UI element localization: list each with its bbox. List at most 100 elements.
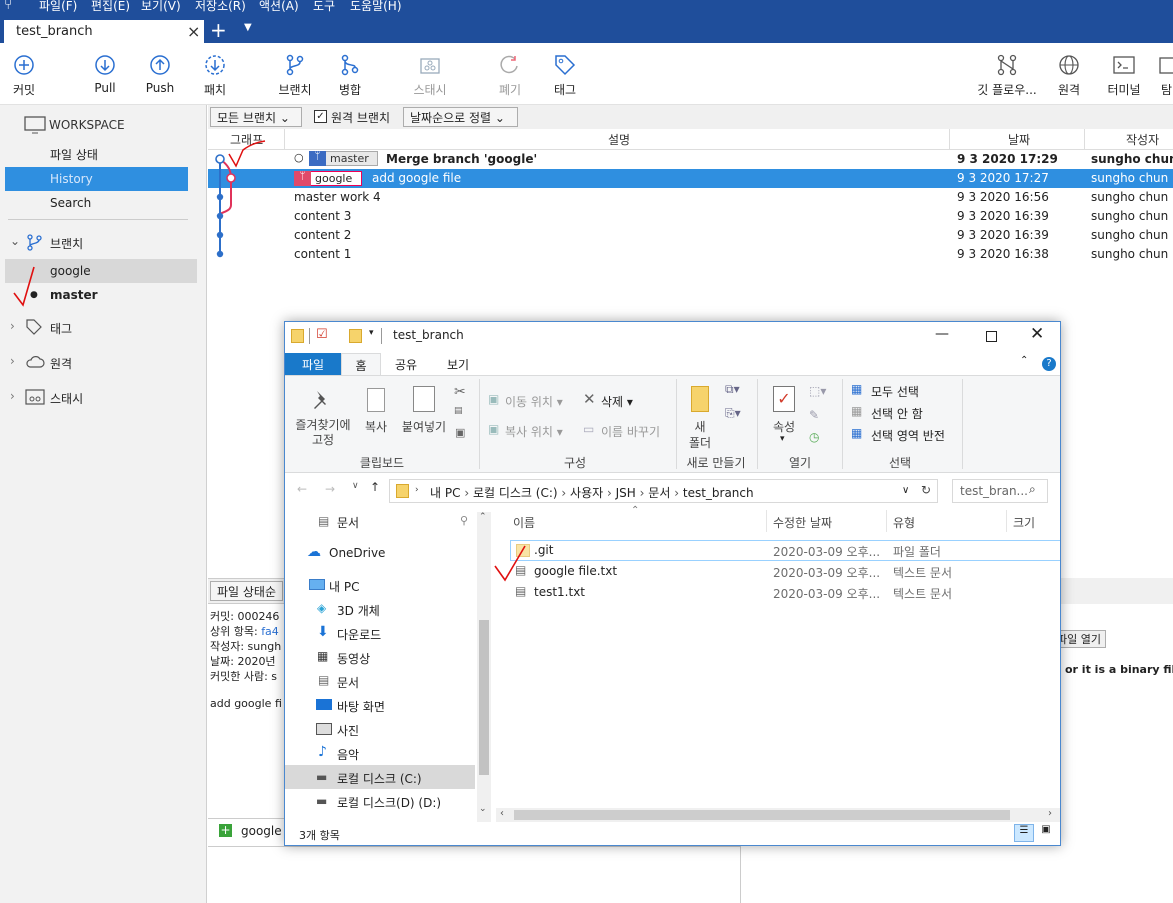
refresh-icon[interactable]: ↻ <box>921 483 931 497</box>
col-date[interactable]: 날짜 <box>1008 131 1030 148</box>
nav-item-documents[interactable]: 문서 <box>337 514 359 531</box>
back-icon[interactable]: ← <box>297 482 307 496</box>
nav-item-local-disk-d[interactable]: 로컬 디스크(D) (D:) <box>337 794 441 811</box>
paste-button[interactable]: 붙여넣기 <box>397 418 451 435</box>
chevron-down-icon[interactable]: ▾ <box>780 434 785 444</box>
menu-edit[interactable]: 편집(E) <box>91 0 130 14</box>
h-scrollbar[interactable]: ‹ › <box>496 808 1060 822</box>
open-icon[interactable]: ⬚▾ <box>809 384 826 398</box>
remotes-header[interactable]: 원격 <box>50 355 72 372</box>
chevron-right-icon[interactable]: › <box>10 354 15 368</box>
copy-to-button[interactable]: 복사 위치 ▾ <box>505 423 563 440</box>
chevron-down-icon[interactable]: ▼ <box>244 22 252 33</box>
pin-to-quick-access-button[interactable]: 즐겨찾기에 고정 <box>289 418 357 448</box>
maximize-icon[interactable] <box>986 331 997 342</box>
breadcrumb[interactable]: 내 PC › 로컬 디스크 (C:) › 사용자 › JSH › 문서 › te… <box>430 484 754 501</box>
col-description[interactable]: 설명 <box>608 131 630 148</box>
tab-home[interactable]: 홈 <box>341 353 381 376</box>
history-icon[interactable]: ◷ <box>809 430 819 444</box>
chevron-down-icon[interactable]: ∨ <box>902 485 909 496</box>
scrollbar-thumb[interactable] <box>479 620 489 775</box>
menu-help[interactable]: 도움말(H) <box>350 0 402 14</box>
help-icon[interactable]: ? <box>1042 357 1056 371</box>
nav-item-downloads[interactable]: 다운로드 <box>337 626 381 643</box>
sidebar-item-history[interactable]: History <box>5 167 188 191</box>
new-folder-icon[interactable] <box>349 329 362 343</box>
push-button[interactable]: Push <box>130 43 190 103</box>
branches-header[interactable]: 브랜치 <box>50 235 83 252</box>
repo-tab[interactable]: test_branch × <box>4 20 204 43</box>
properties-icon[interactable]: ☑ <box>316 327 328 342</box>
sort-dropdown[interactable]: 날짜순으로 정렬 ⌄ <box>403 107 518 127</box>
copy-button[interactable]: 복사 <box>361 418 391 435</box>
details-view-icon[interactable]: ☰ <box>1014 824 1034 842</box>
chevron-right-icon[interactable]: › <box>10 389 15 403</box>
remote-button[interactable]: 원격 <box>1039 43 1099 103</box>
close-icon[interactable]: × <box>187 22 200 41</box>
commit-row[interactable]: content 3 9 3 2020 16:39 sungho chun < <box>208 207 1173 226</box>
nav-item-pictures[interactable]: 사진 <box>337 722 359 739</box>
edit-icon[interactable]: ✎ <box>809 408 819 422</box>
scrollbar-thumb[interactable] <box>514 810 1010 820</box>
search-box[interactable]: test_bran... ⌕ <box>952 479 1048 503</box>
sidebar-item-search[interactable]: Search <box>50 196 91 210</box>
new-folder-button[interactable]: 새 <box>685 418 715 435</box>
tab-file[interactable]: 파일 <box>285 353 341 375</box>
rename-button[interactable]: 이름 바꾸기 <box>601 423 660 440</box>
nav-item-documents-2[interactable]: 문서 <box>337 674 359 691</box>
menu-repository[interactable]: 저장소(R) <box>195 0 246 14</box>
tags-header[interactable]: 태그 <box>50 320 72 337</box>
minimize-icon[interactable]: — <box>935 326 949 342</box>
large-icons-view-icon[interactable]: ▣ <box>1036 824 1056 842</box>
add-tab-icon[interactable]: + <box>210 20 227 40</box>
menu-view[interactable]: 보기(V) <box>141 0 181 14</box>
pull-button[interactable]: Pull <box>75 43 135 103</box>
nav-item-local-disk-c[interactable]: 로컬 디스크 (C:) <box>337 770 422 787</box>
patch-button[interactable]: 패치 <box>185 43 245 103</box>
file-name[interactable]: test1.txt <box>534 585 585 599</box>
col-header-type[interactable]: 유형 <box>893 514 915 531</box>
details-tab-dropdown[interactable]: 파일 상태순 <box>210 581 284 601</box>
file-name[interactable]: google file.txt <box>534 564 617 578</box>
paste-shortcut-icon[interactable]: ▣ <box>455 426 465 439</box>
commit-row[interactable]: content 2 9 3 2020 16:39 sungho chun < <box>208 226 1173 245</box>
sidebar-item-file-status[interactable]: 파일 상태 <box>50 146 98 163</box>
terminal-button[interactable]: 터미널 <box>1094 43 1154 103</box>
tab-share[interactable]: 공유 <box>395 356 417 373</box>
invert-selection-button[interactable]: 선택 영역 반전 <box>871 427 945 444</box>
address-bar[interactable]: › 내 PC › 로컬 디스크 (C:) › 사용자 › JSH › 문서 › … <box>389 479 938 503</box>
explorer-button[interactable]: 탐 <box>1148 43 1173 103</box>
chevron-down-icon[interactable]: ▾ <box>369 328 374 338</box>
tab-view[interactable]: 보기 <box>447 356 469 373</box>
remote-branch-checkbox[interactable]: ✓ <box>314 110 327 123</box>
gitflow-button[interactable]: 깃 플로우... <box>975 43 1039 103</box>
stash-button[interactable]: 스태시 <box>400 43 460 103</box>
select-none-button[interactable]: 선택 안 함 <box>871 405 923 422</box>
col-author[interactable]: 작성자 <box>1126 131 1159 148</box>
delete-button[interactable]: 삭제 ▾ <box>601 393 633 410</box>
recent-locations-icon[interactable]: ∨ <box>352 481 359 491</box>
commit-row[interactable]: master work 4 9 3 2020 16:56 sungho chun… <box>208 188 1173 207</box>
nav-item-music[interactable]: 음악 <box>337 746 359 763</box>
copy-path-icon[interactable]: ▤ <box>454 406 463 416</box>
chevron-down-icon[interactable]: ⌄ <box>10 234 20 248</box>
menu-action[interactable]: 액션(A) <box>259 0 299 14</box>
merge-button[interactable]: 병합 <box>320 43 380 103</box>
properties-button[interactable]: 속성 <box>765 418 803 435</box>
col-header-modified[interactable]: 수정한 날짜 <box>773 514 832 531</box>
chevron-right-icon[interactable]: › <box>415 485 419 495</box>
new-item-icon[interactable]: ⧉▾ <box>725 382 740 397</box>
file-name[interactable]: .git <box>534 543 553 557</box>
tag-button[interactable]: 태그 <box>535 43 595 103</box>
chevron-right-icon[interactable]: › <box>10 319 15 333</box>
menu-file[interactable]: 파일(F) <box>39 0 77 14</box>
nav-item-3d-objects[interactable]: 3D 개체 <box>337 602 380 619</box>
select-all-button[interactable]: 모두 선택 <box>871 383 919 400</box>
nav-item-videos[interactable]: 동영상 <box>337 650 370 667</box>
col-header-name[interactable]: 이름 <box>513 514 535 531</box>
discard-button[interactable]: 폐기 <box>480 43 540 103</box>
move-to-button[interactable]: 이동 위치 ▾ <box>505 393 563 410</box>
nav-item-this-pc[interactable]: 내 PC <box>329 578 359 595</box>
chevron-up-icon[interactable]: ⌃ <box>1020 355 1028 366</box>
changed-file-item[interactable]: google <box>241 824 282 838</box>
